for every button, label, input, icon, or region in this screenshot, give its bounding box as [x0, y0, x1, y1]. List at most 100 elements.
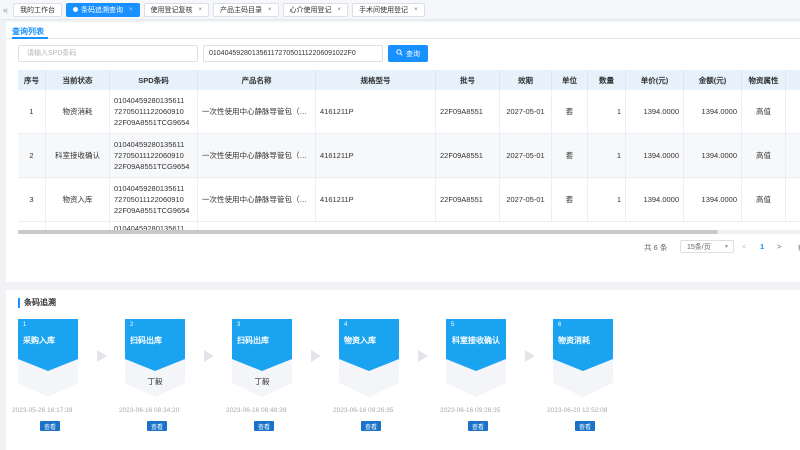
step-number: 2 — [130, 322, 134, 328]
table-cell-expiry: 2027-05-01 — [506, 107, 545, 116]
close-icon[interactable]: × — [199, 7, 203, 13]
table-row[interactable]: 3 物资入库 01040459280135611 72705011122060910… — [18, 178, 800, 222]
trace-title-text: 条码追溯 — [24, 298, 56, 307]
column-header[interactable]: 单价(元) — [626, 70, 684, 90]
step-time: 2023-06-16 08:34:20 — [119, 407, 180, 414]
table-cell-spec: 4161211P — [320, 151, 354, 160]
tab-2[interactable]: 使用登记复核 × — [143, 2, 210, 17]
view-button[interactable]: 查看 — [254, 421, 274, 431]
table-cell-attr: 高值 — [756, 107, 771, 116]
column-header[interactable]: 物资属性 — [742, 70, 786, 90]
table-row[interactable]: 1 物资消耗 01040459280135611 72705011122060910… — [18, 90, 800, 134]
column-header[interactable]: 序号 — [18, 70, 46, 90]
column-header[interactable]: 产品名称 — [198, 70, 316, 90]
table-cell-qty: 1 — [616, 195, 621, 204]
table-cell-no: 3 — [29, 195, 34, 204]
table-cell-attr: 高值 — [756, 195, 771, 204]
prev-page-button[interactable]: < — [742, 242, 746, 251]
page-size-select[interactable]: 15条/页 ▾ — [680, 240, 734, 253]
table-cell-name: 一次性使用中心静脉导管包（… — [202, 195, 307, 204]
table-cell-container: 2027-05-01 — [500, 178, 552, 221]
table-cell-container: 1394.0000 — [626, 178, 684, 221]
barcode-value-input[interactable] — [203, 45, 383, 62]
table-cell-container: 高值 — [742, 178, 786, 221]
tab-4[interactable]: 心介使用登记 × — [282, 2, 349, 17]
tab-5[interactable]: 手术间使用登记 × — [352, 2, 425, 17]
table-header: 序号 当前状态 SPD条码 产品名称 规格型号 批号 效期 单位 数量 单价(元) 金额(元) 物资属… — [18, 70, 800, 90]
step-time: 2023-06-16 08:48:39 — [226, 407, 287, 414]
table-cell-container: 1 — [588, 90, 626, 133]
table-cell-no: 1 — [29, 107, 34, 116]
view-button[interactable]: 查看 — [40, 421, 60, 431]
table-cell-container: 物资消耗 — [46, 90, 110, 133]
table-cell-container: 3 — [18, 178, 46, 221]
table-cell-price: 1394.0000 — [643, 151, 679, 160]
table-cell-container: 01040459280135611 72705011122060910 22F0… — [110, 178, 198, 221]
table-cell-name: 一次性使用中心静脉导管包（… — [202, 107, 307, 116]
tab-label: 手术间使用登记 — [359, 6, 409, 14]
tab-bar: « 我的工作台 条码追溯查询 × 使用登记复核 × 产品主码目录 × 心介使用登记 × 手术间使用… — [0, 0, 800, 20]
table-cell-container: 1 — [18, 90, 46, 133]
table-cell-status: 物资消耗 — [62, 107, 93, 116]
close-icon[interactable]: × — [414, 7, 418, 13]
table-cell-batch: 22F09A8551 — [440, 151, 483, 160]
tab-1[interactable]: 条码追溯查询 × — [66, 2, 140, 17]
spd-barcode-search-input[interactable] — [18, 45, 198, 62]
table-cell-container: 2027-05-01 — [500, 134, 552, 177]
step-person: 丁毅 — [147, 377, 163, 386]
table-cell-container: 1 — [588, 178, 626, 221]
column-header[interactable]: 批号 — [436, 70, 500, 90]
table-row[interactable]: 2 科室接收确认 01040459280135611 727050111220609… — [18, 134, 800, 178]
table-cell-container: 4161211P — [316, 90, 436, 133]
step-card[interactable]: 5 科室接收确认 — [446, 319, 506, 397]
step-card[interactable]: 1 采购入库 — [18, 319, 78, 397]
tab-label: 产品主码目录 — [220, 6, 263, 14]
tab-label: 心介使用登记 — [289, 6, 332, 14]
table-cell-container: 套 — [552, 134, 588, 177]
step-card[interactable]: 4 物资入库 — [339, 319, 399, 397]
column-header[interactable]: SPD条码 — [110, 70, 198, 90]
trace-title: 条码追溯 — [18, 297, 56, 308]
table-cell-container: 1394.0000 — [684, 134, 742, 177]
column-header[interactable]: 单位 — [552, 70, 588, 90]
tabs-scroll-left-icon[interactable]: « — [3, 5, 13, 15]
column-header[interactable]: 数量 — [588, 70, 626, 90]
table-cell-container: 01040459280135611 72705011122060910 22F0… — [110, 134, 198, 177]
table-cell-amount: 1394.0000 — [701, 195, 737, 204]
next-page-button[interactable]: > — [777, 242, 781, 251]
step-card[interactable]: 6 物资消耗 — [553, 319, 613, 397]
table-cell-container: 高值 — [742, 134, 786, 177]
table-cell-unit: 套 — [565, 107, 574, 116]
view-button[interactable]: 查看 — [468, 421, 488, 431]
table-cell-unit: 套 — [565, 195, 574, 204]
step-label: 物资入库 — [344, 336, 376, 345]
scrollbar-thumb[interactable] — [18, 230, 718, 234]
table-horizontal-scrollbar[interactable] — [18, 230, 800, 234]
total-count: 共 6 条 — [644, 243, 668, 252]
tab-3[interactable]: 产品主码目录 × — [213, 2, 279, 17]
view-button[interactable]: 查看 — [575, 421, 595, 431]
close-icon[interactable]: × — [129, 7, 133, 13]
step-person: 丁毅 — [254, 377, 270, 386]
query-button[interactable]: 查询 — [388, 45, 428, 62]
table-cell-spec: 4161211P — [320, 107, 354, 116]
step-card[interactable]: 3 扫码出库 丁毅 — [232, 319, 292, 397]
column-header[interactable]: 规格型号 — [316, 70, 436, 90]
tabs-container: 我的工作台 条码追溯查询 × 使用登记复核 × 产品主码目录 × 心介使用登记 × 手术间使用登记… — [13, 2, 429, 17]
column-header[interactable]: 金额(元) — [684, 70, 742, 90]
page-number-current[interactable]: 1 — [760, 242, 764, 251]
view-button[interactable]: 查看 — [147, 421, 167, 431]
search-icon — [396, 49, 403, 58]
view-button[interactable]: 查看 — [361, 421, 381, 431]
column-header[interactable]: 当前状态 — [46, 70, 110, 90]
step-label: 采购入库 — [23, 336, 55, 345]
close-icon[interactable]: × — [338, 7, 342, 13]
table-cell-container: 22F09A8551 — [436, 178, 500, 221]
tab-0[interactable]: 我的工作台 — [13, 2, 62, 17]
table-cell-amount: 1394.0000 — [701, 151, 737, 160]
column-header[interactable]: 效期 — [500, 70, 552, 90]
tab-query-list[interactable]: 查询列表 — [12, 26, 44, 37]
close-icon[interactable]: × — [268, 7, 272, 13]
step-label: 扫码出库 — [130, 336, 162, 345]
step-card[interactable]: 2 扫码出库丁毅 — [125, 319, 185, 397]
